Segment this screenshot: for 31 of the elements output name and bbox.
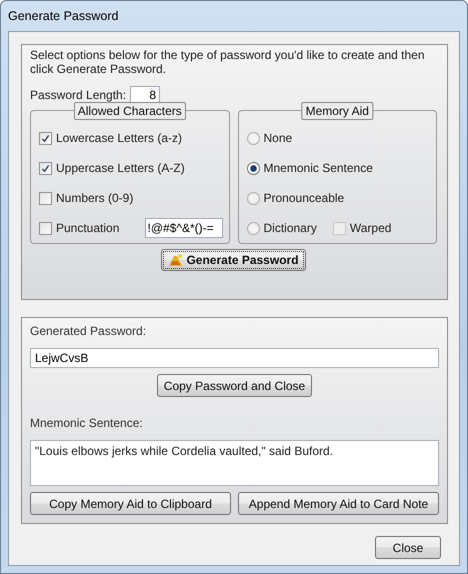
radio-label[interactable]: Dictionary [264,221,317,235]
checkbox[interactable] [39,222,52,234]
punctuation-field[interactable]: !@#$^&*()-= [144,218,222,238]
radio-label[interactable]: Pronounceable [264,191,344,205]
generated-password-field[interactable]: LejwCvsB [30,348,439,368]
mnemonic-sentence-label: Mnemonic Sentence: [30,416,144,430]
memory-aid-button[interactable]: Append Memory Aid to Card Note [238,492,439,515]
radio-button[interactable] [246,222,260,234]
instructions-text: Select options below for the type of password you'd like to create and then click Generate Password. [30,48,426,76]
checkbox-label[interactable]: Lowercase Letters (a-z) [56,131,182,145]
checkbox[interactable] [39,132,52,144]
group-title: Memory Aid [302,102,373,120]
generated-password-label: Generated Password: [30,324,148,338]
window-title: Generate Password [8,9,118,23]
checkbox[interactable] [39,192,52,204]
group-title: Allowed Characters [74,102,186,120]
checkbox[interactable] [39,162,52,174]
checkbox-label[interactable]: Punctuation [56,221,120,235]
close-button[interactable]: Close [375,536,441,559]
radio-label[interactable]: Mnemonic Sentence [264,161,373,175]
radio-button[interactable] [246,132,260,144]
copy-password-button[interactable]: Copy Password and Close [156,374,312,397]
generate-password-button[interactable]: Generate Password [161,249,306,271]
radio-button[interactable] [246,162,260,174]
memory-aid-button[interactable]: Copy Memory Aid to Clipboard [30,492,231,515]
password-length-label: Password Length: [30,88,126,102]
checkbox-label[interactable]: Numbers (0-9) [56,191,134,205]
radio-label[interactable]: None [264,131,292,145]
checkbox-label[interactable]: Uppercase Letters (A-Z) [56,161,185,175]
mnemonic-sentence-field[interactable]: "Louis elbows jerks while Cordelia vaulted," said Buford. [30,440,439,486]
radio-button[interactable] [246,192,260,204]
